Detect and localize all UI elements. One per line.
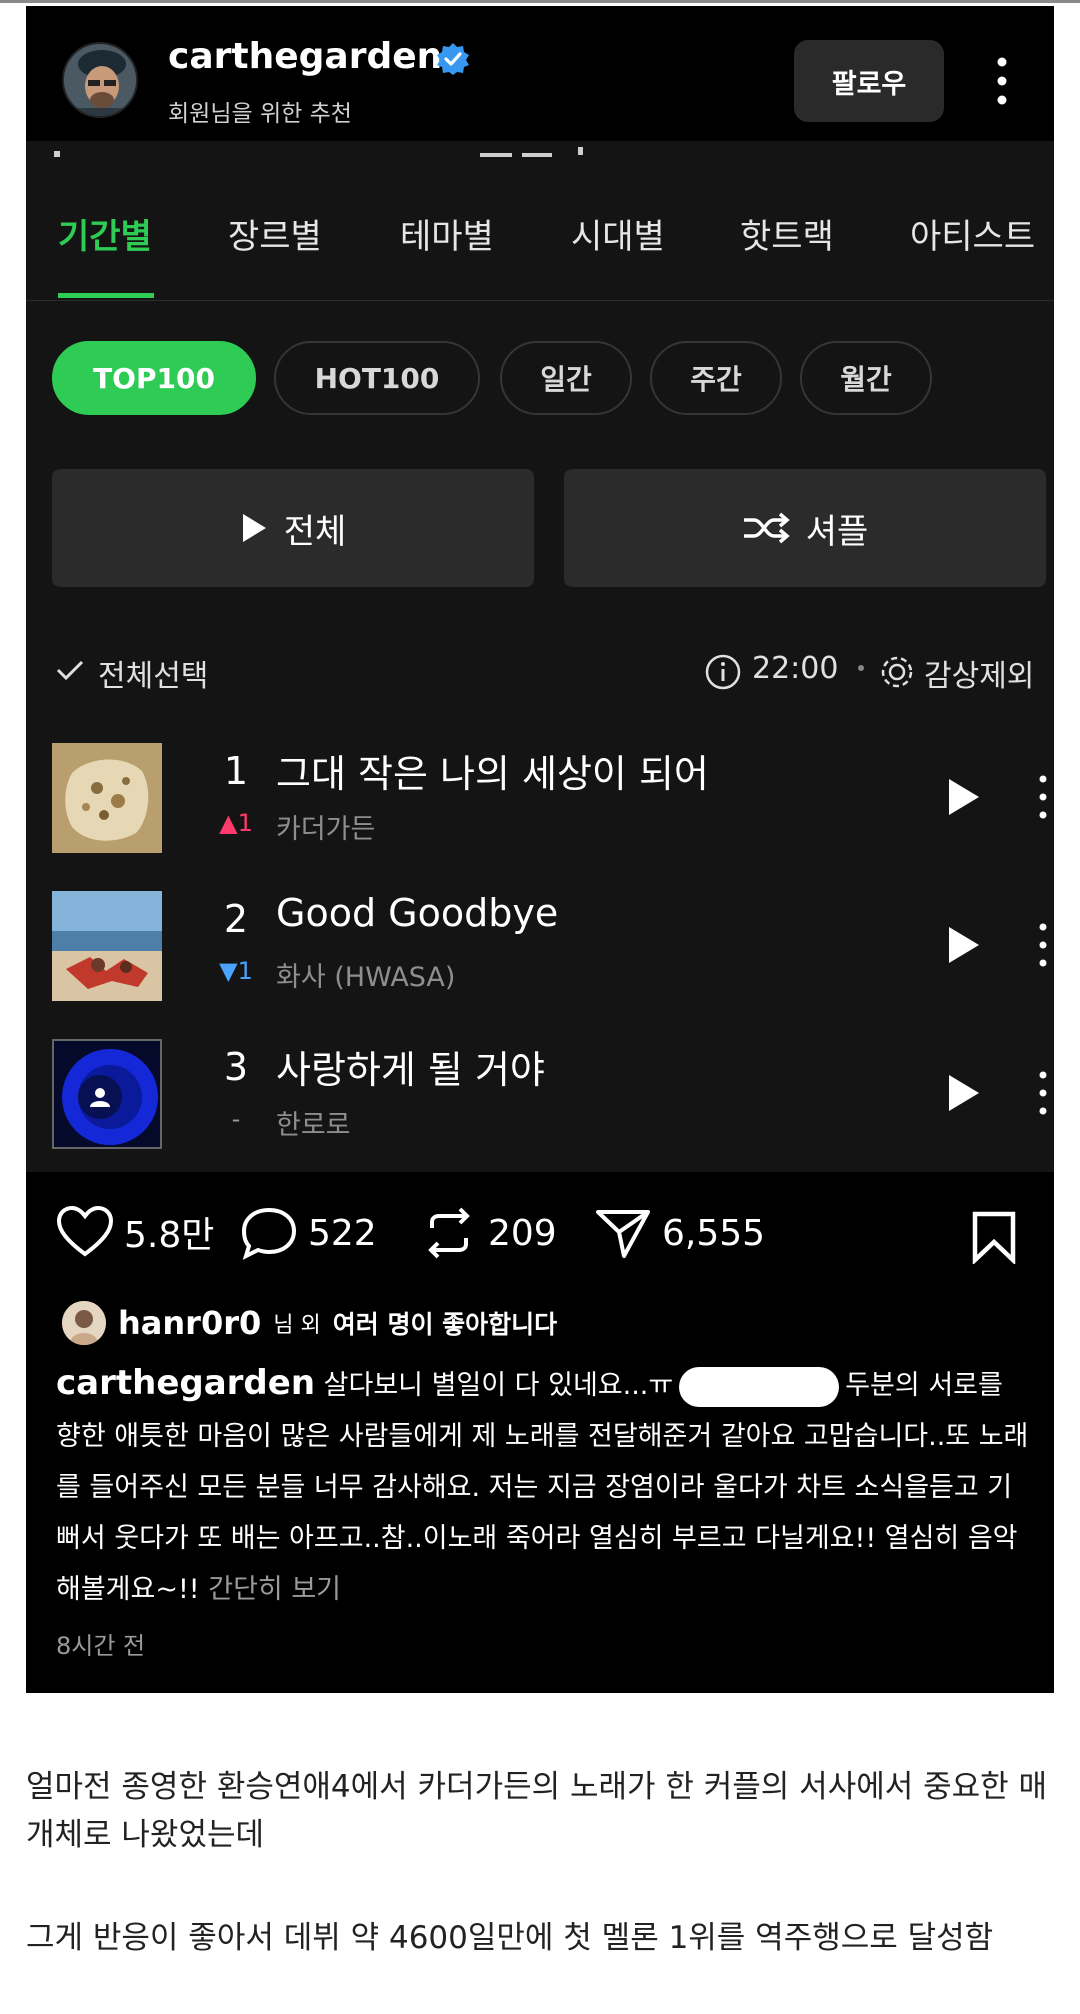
collapse-caption-link[interactable]: 간단히 보기: [208, 1574, 341, 1605]
song-artist: 화사 (HWASA): [276, 962, 456, 993]
post-timestamp: 8시간 전: [56, 1632, 146, 1660]
more-options-icon[interactable]: [992, 56, 1012, 106]
song-title: Good Goodbye: [276, 891, 559, 935]
song-rank: 2: [223, 897, 249, 941]
like-button[interactable]: 5.8만: [56, 1206, 214, 1258]
bookmark-icon[interactable]: [970, 1210, 1018, 1264]
play-all-label: 전체: [283, 511, 347, 552]
repost-button[interactable]: 209: [420, 1206, 557, 1260]
song-artist: 카더가든: [276, 814, 376, 845]
post-header: carthegarden 회원님을 위한 추천 팔로우: [26, 6, 1054, 141]
share-button[interactable]: 6,555: [594, 1206, 765, 1260]
tab-artist[interactable]: 아티스트: [910, 209, 1035, 258]
article-paragraph: 그게 반응이 좋아서 데뷔 약 4600일만에 첫 멜론 1위를 역주행으로 달…: [26, 1920, 994, 1956]
article-paragraph: 얼마전 종영한 환승연애4에서 카더가든의 노래가 한 커플의 서사에서 중요한…: [26, 1769, 1048, 1853]
chip-weekly[interactable]: 주간: [650, 341, 782, 415]
chart-screenshot: 기간별 장르별 테마별 시대별 핫트랙 아티스트 TOP100 HOT100 일…: [26, 141, 1054, 1172]
song-row[interactable]: 1 ▲1 그대 작은 나의 세상이 되어 카더가든: [26, 743, 1054, 863]
song-rank: 1: [223, 749, 249, 793]
album-cover: [52, 743, 162, 853]
select-all-label[interactable]: 전체선택: [98, 651, 208, 695]
rank-change-none: -: [231, 1105, 241, 1133]
tab-era[interactable]: 시대별: [571, 209, 665, 258]
follow-button[interactable]: 팔로우: [794, 40, 944, 122]
repost-icon: [428, 1207, 470, 1259]
verified-badge-icon: [437, 43, 469, 75]
chip-monthly[interactable]: 월간: [800, 341, 932, 415]
play-song-icon[interactable]: [946, 1073, 982, 1113]
song-row[interactable]: 3 - 사랑하게 될 거야 한로로: [26, 1039, 1054, 1159]
post-subtitle: 회원님을 위한 추천: [168, 101, 352, 127]
liker-username[interactable]: hanr0r0: [118, 1304, 261, 1342]
social-post: carthegarden 회원님을 위한 추천 팔로우 기간별 장르별 테마별: [26, 6, 1054, 1693]
liked-by-suffix: 님 외: [273, 1313, 321, 1338]
shares-count: 6,555: [662, 1212, 766, 1254]
chart-time: 22:00: [752, 651, 839, 686]
post-actions: 5.8만 522 209 6,555: [26, 1196, 1054, 1276]
active-tab-indicator: [58, 293, 154, 298]
song-row[interactable]: 2 ▼1 Good Goodbye 화사 (HWASA): [26, 891, 1054, 1011]
list-controls: 전체선택 22:00 감상제외: [26, 641, 1054, 701]
song-more-icon[interactable]: [1036, 921, 1050, 969]
separator-dot: [858, 665, 864, 671]
comment-button[interactable]: 522: [240, 1206, 377, 1260]
rank-change-up: ▲1: [219, 809, 253, 837]
play-all-button[interactable]: 전체: [52, 469, 534, 587]
play-song-icon[interactable]: [946, 777, 982, 817]
redaction-blob: [679, 1366, 840, 1407]
tab-genre[interactable]: 장르별: [228, 209, 322, 258]
check-icon[interactable]: [56, 659, 84, 681]
chip-daily[interactable]: 일간: [500, 341, 632, 415]
song-artist: 한로로: [276, 1110, 351, 1141]
song-more-icon[interactable]: [1036, 1069, 1050, 1117]
liked-by-row[interactable]: hanr0r0 님 외 여러 명이 좋아합니다: [62, 1298, 557, 1348]
gear-icon[interactable]: [878, 653, 916, 691]
song-more-icon[interactable]: [1036, 773, 1050, 821]
category-tabs: 기간별 장르별 테마별 시대별 핫트랙 아티스트: [26, 209, 1054, 301]
chip-hot100[interactable]: HOT100: [274, 341, 480, 415]
heart-icon: [56, 1206, 114, 1257]
reposts-count: 209: [488, 1212, 557, 1254]
song-title: 그대 작은 나의 세상이 되어: [276, 752, 709, 796]
cropped-text-fragment: [26, 141, 1054, 171]
tab-hottrack[interactable]: 핫트랙: [740, 209, 834, 258]
rank-change-down: ▼1: [219, 957, 253, 985]
tab-period[interactable]: 기간별: [58, 209, 152, 258]
likes-count: 5.8만: [124, 1215, 215, 1256]
post-username[interactable]: carthegarden: [168, 36, 442, 77]
tab-theme[interactable]: 테마별: [400, 209, 494, 258]
chip-top100[interactable]: TOP100: [52, 341, 256, 415]
comments-count: 522: [308, 1212, 377, 1254]
song-rank: 3: [223, 1045, 249, 1089]
play-icon: [242, 514, 266, 542]
caption-username[interactable]: carthegarden: [56, 1363, 315, 1403]
exclude-label[interactable]: 감상제외: [924, 651, 1034, 695]
caption-text-part2: 두분의 서로를 향한 애틋한 마음이 많은 사람들에게 제 노래를 전달해준거 …: [56, 1370, 1029, 1605]
info-icon[interactable]: [704, 653, 742, 691]
album-cover: [52, 1039, 162, 1149]
shuffle-button[interactable]: 셔플: [564, 469, 1046, 587]
shuffle-icon: [743, 512, 790, 544]
album-cover: [52, 891, 162, 1001]
liker-avatar: [62, 1301, 106, 1345]
caption-text-part1: 살다보니 별일이 다 있네요...ㅠ: [323, 1370, 674, 1401]
liked-by-rest: 여러 명이 좋아합니다: [332, 1310, 558, 1339]
play-song-icon[interactable]: [946, 925, 982, 965]
shuffle-label: 셔플: [805, 511, 869, 552]
send-icon: [596, 1210, 650, 1258]
comment-bubble-icon: [241, 1207, 297, 1260]
song-title: 사랑하게 될 거야: [276, 1048, 545, 1092]
profile-avatar[interactable]: [62, 42, 138, 118]
top-divider: [0, 0, 1080, 3]
post-caption: carthegarden 살다보니 별일이 다 있네요...ㅠ 두분의 서로를 향…: [56, 1358, 1036, 1615]
